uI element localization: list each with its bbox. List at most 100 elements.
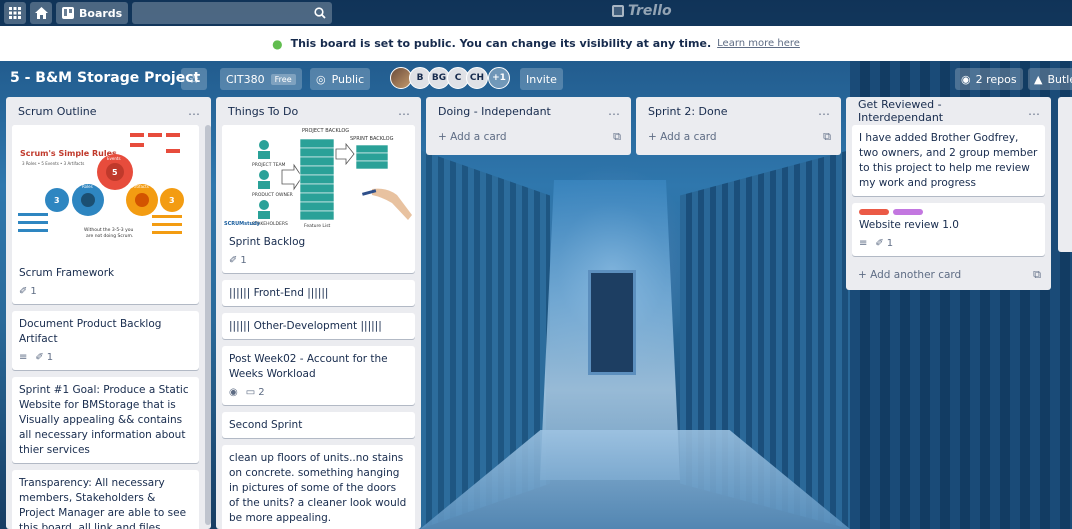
list-things-to-do: Things To Do … PROJECT TEAM PRODUCT OWNE… <box>216 97 421 529</box>
home-button[interactable] <box>30 2 52 24</box>
plus-icon: + <box>438 131 451 143</box>
card-template-icon[interactable]: ⧉ <box>1033 268 1041 282</box>
list-title[interactable]: Sprint 2: Done <box>648 105 727 118</box>
board-title[interactable]: 5 - B&M Storage Project <box>10 70 200 86</box>
list-card[interactable]: Post Week02 - Account for the Weeks Work… <box>222 346 415 405</box>
list-card[interactable]: I have added Brother Godfrey, two owners… <box>852 125 1045 196</box>
list-card[interactable]: PROJECT TEAM PRODUCT OWNER STAKEHOLDERS … <box>222 125 415 273</box>
list-title[interactable]: Get Reviewed - Interdependant <box>858 98 1028 124</box>
card-title: Post Week02 - Account for the Weeks Work… <box>229 353 388 380</box>
team-button[interactable]: CIT380 Free <box>220 68 302 90</box>
card-title: Website review 1.0 <box>859 219 959 231</box>
attachment-badge: ✐ 1 <box>19 286 37 297</box>
list-title[interactable]: Scrum Outline <box>18 105 97 118</box>
list-scrollbar[interactable] <box>205 125 211 525</box>
boards-button[interactable]: Boards <box>56 2 129 24</box>
project-team-label: PROJECT TEAM <box>252 162 286 168</box>
search-input[interactable] <box>132 2 333 24</box>
avatar[interactable]: CH <box>466 67 488 89</box>
star-icon: ☆ <box>189 72 199 86</box>
add-card-button[interactable]: + Add a card ⧉ <box>642 125 835 149</box>
paperclip-icon: ✐ <box>229 255 238 266</box>
list-header: Things To Do … <box>222 97 415 125</box>
attachment-badge: ✐ 1 <box>229 255 247 266</box>
product-owner-label: PRODUCT OWNER <box>252 192 293 198</box>
card-title: Sprint #1 Goal: Produce a Static Website… <box>19 384 189 456</box>
more-icon[interactable]: … <box>608 104 621 118</box>
apps-menu-button[interactable] <box>4 2 26 24</box>
count-3-artifacts: 3 <box>169 196 175 205</box>
boards-label: Boards <box>79 6 123 20</box>
card-badges: ≡ ✐ 1 <box>859 236 1038 251</box>
add-card-button[interactable]: + Add a card ⧉ <box>432 125 625 149</box>
card-title: |||||| Front-End |||||| <box>229 287 329 299</box>
add-another-card-button[interactable]: + Add another card ⧉ <box>852 263 1045 287</box>
description-icon: ≡ <box>859 238 868 249</box>
list-card[interactable]: Scrum's Simple Rules 3 Roles • 5 Events … <box>12 125 199 304</box>
plus-icon: + <box>648 131 661 143</box>
list-title[interactable]: Doing - Independant <box>438 105 551 118</box>
count-5: 5 <box>112 168 118 177</box>
label-purple[interactable] <box>893 209 923 215</box>
board-icon <box>62 7 74 19</box>
github-icon: ◉ <box>961 72 971 86</box>
trello-logo[interactable]: Trello <box>612 3 672 19</box>
scrum-image-footer: are not doing Scrum. <box>86 233 133 239</box>
watching-icon: ◉ <box>229 387 238 398</box>
list-card[interactable]: clean up floors of units..no stains on c… <box>222 445 415 529</box>
list-sprint-2-done: Sprint 2: Done … + Add a card ⧉ <box>636 97 841 155</box>
more-members-badge[interactable]: +1 <box>488 67 510 89</box>
visibility-label: Public <box>331 72 365 86</box>
paperclip-icon: ✐ <box>35 352 44 363</box>
label-red[interactable] <box>859 209 889 215</box>
list-card[interactable]: |||||| Other-Development |||||| <box>222 313 415 339</box>
scrum-image-heading: Scrum's Simple Rules <box>20 149 117 158</box>
board-header: 5 - B&M Storage Project ☆ CIT380 Free ◎ … <box>0 61 1072 97</box>
sprint-backlog-image: PROJECT TEAM PRODUCT OWNER STAKEHOLDERS … <box>222 125 415 229</box>
list-header: Get Reviewed - Interdependant … <box>852 97 1045 125</box>
artifacts-label: Artifacts <box>132 184 149 189</box>
trello-logo-icon <box>612 5 624 17</box>
card-title: Second Sprint <box>229 419 303 431</box>
sprint-backlog-label: SPRINT BACKLOG <box>350 136 394 142</box>
list-card[interactable]: Second Sprint <box>222 412 415 438</box>
list-scrum-outline: Scrum Outline … Scrum's Simple Rules 3 R… <box>6 97 211 529</box>
card-badges: ✐ 1 <box>229 253 408 268</box>
learn-more-link[interactable]: Learn more here <box>717 38 800 49</box>
events-label: Events <box>107 156 121 161</box>
more-icon[interactable]: … <box>1028 104 1041 118</box>
description-icon: ≡ <box>19 352 28 363</box>
scrumstudy-brand: SCRUMstudy <box>224 221 261 227</box>
card-cover-image: Scrum's Simple Rules 3 Roles • 5 Events … <box>12 125 199 260</box>
github-repos-button[interactable]: ◉ 2 repos <box>955 68 1023 90</box>
list-doing: Doing - Independant … + Add a card ⧉ <box>426 97 631 155</box>
list-card[interactable]: Sprint #1 Goal: Produce a Static Website… <box>12 377 199 463</box>
card-title: Scrum Framework <box>19 267 115 279</box>
card-template-icon[interactable]: ⧉ <box>823 130 831 144</box>
visibility-button[interactable]: ◎ Public <box>310 68 371 90</box>
invite-button[interactable]: Invite <box>520 68 563 90</box>
roles-label: Roles <box>82 184 93 189</box>
card-template-icon[interactable]: ⧉ <box>613 130 621 144</box>
card-title: clean up floors of units..no stains on c… <box>229 452 407 524</box>
more-icon[interactable]: … <box>818 104 831 118</box>
list-card[interactable]: Transparency: All necessary members, Sta… <box>12 470 199 529</box>
scrum-rules-image: Scrum's Simple Rules 3 Roles • 5 Events … <box>12 125 199 260</box>
notice-message: This board is set to public. You can cha… <box>290 37 712 50</box>
list-title[interactable]: Things To Do <box>228 105 298 118</box>
butler-button[interactable]: ▲ Butle <box>1028 68 1072 90</box>
top-nav: Boards Trello <box>0 0 1072 26</box>
card-title: I have added Brother Godfrey, two owners… <box>859 132 1038 189</box>
list-card[interactable]: |||||| Front-End |||||| <box>222 280 415 306</box>
scrum-image-footer: Without the 3-5-3 you <box>84 227 134 233</box>
card-badges: ✐ 1 <box>19 284 192 299</box>
star-button[interactable]: ☆ <box>181 68 207 90</box>
list-card[interactable]: Document Product Backlog Artifact ≡ ✐ 1 <box>12 311 199 370</box>
home-icon <box>34 7 48 19</box>
list-card[interactable]: Website review 1.0 ≡ ✐ 1 <box>852 203 1045 256</box>
card-badges: ≡ ✐ 1 <box>19 350 192 365</box>
globe-icon: ◎ <box>316 72 326 86</box>
more-icon[interactable]: … <box>188 104 201 118</box>
search-icon <box>314 7 326 19</box>
more-icon[interactable]: … <box>398 104 411 118</box>
